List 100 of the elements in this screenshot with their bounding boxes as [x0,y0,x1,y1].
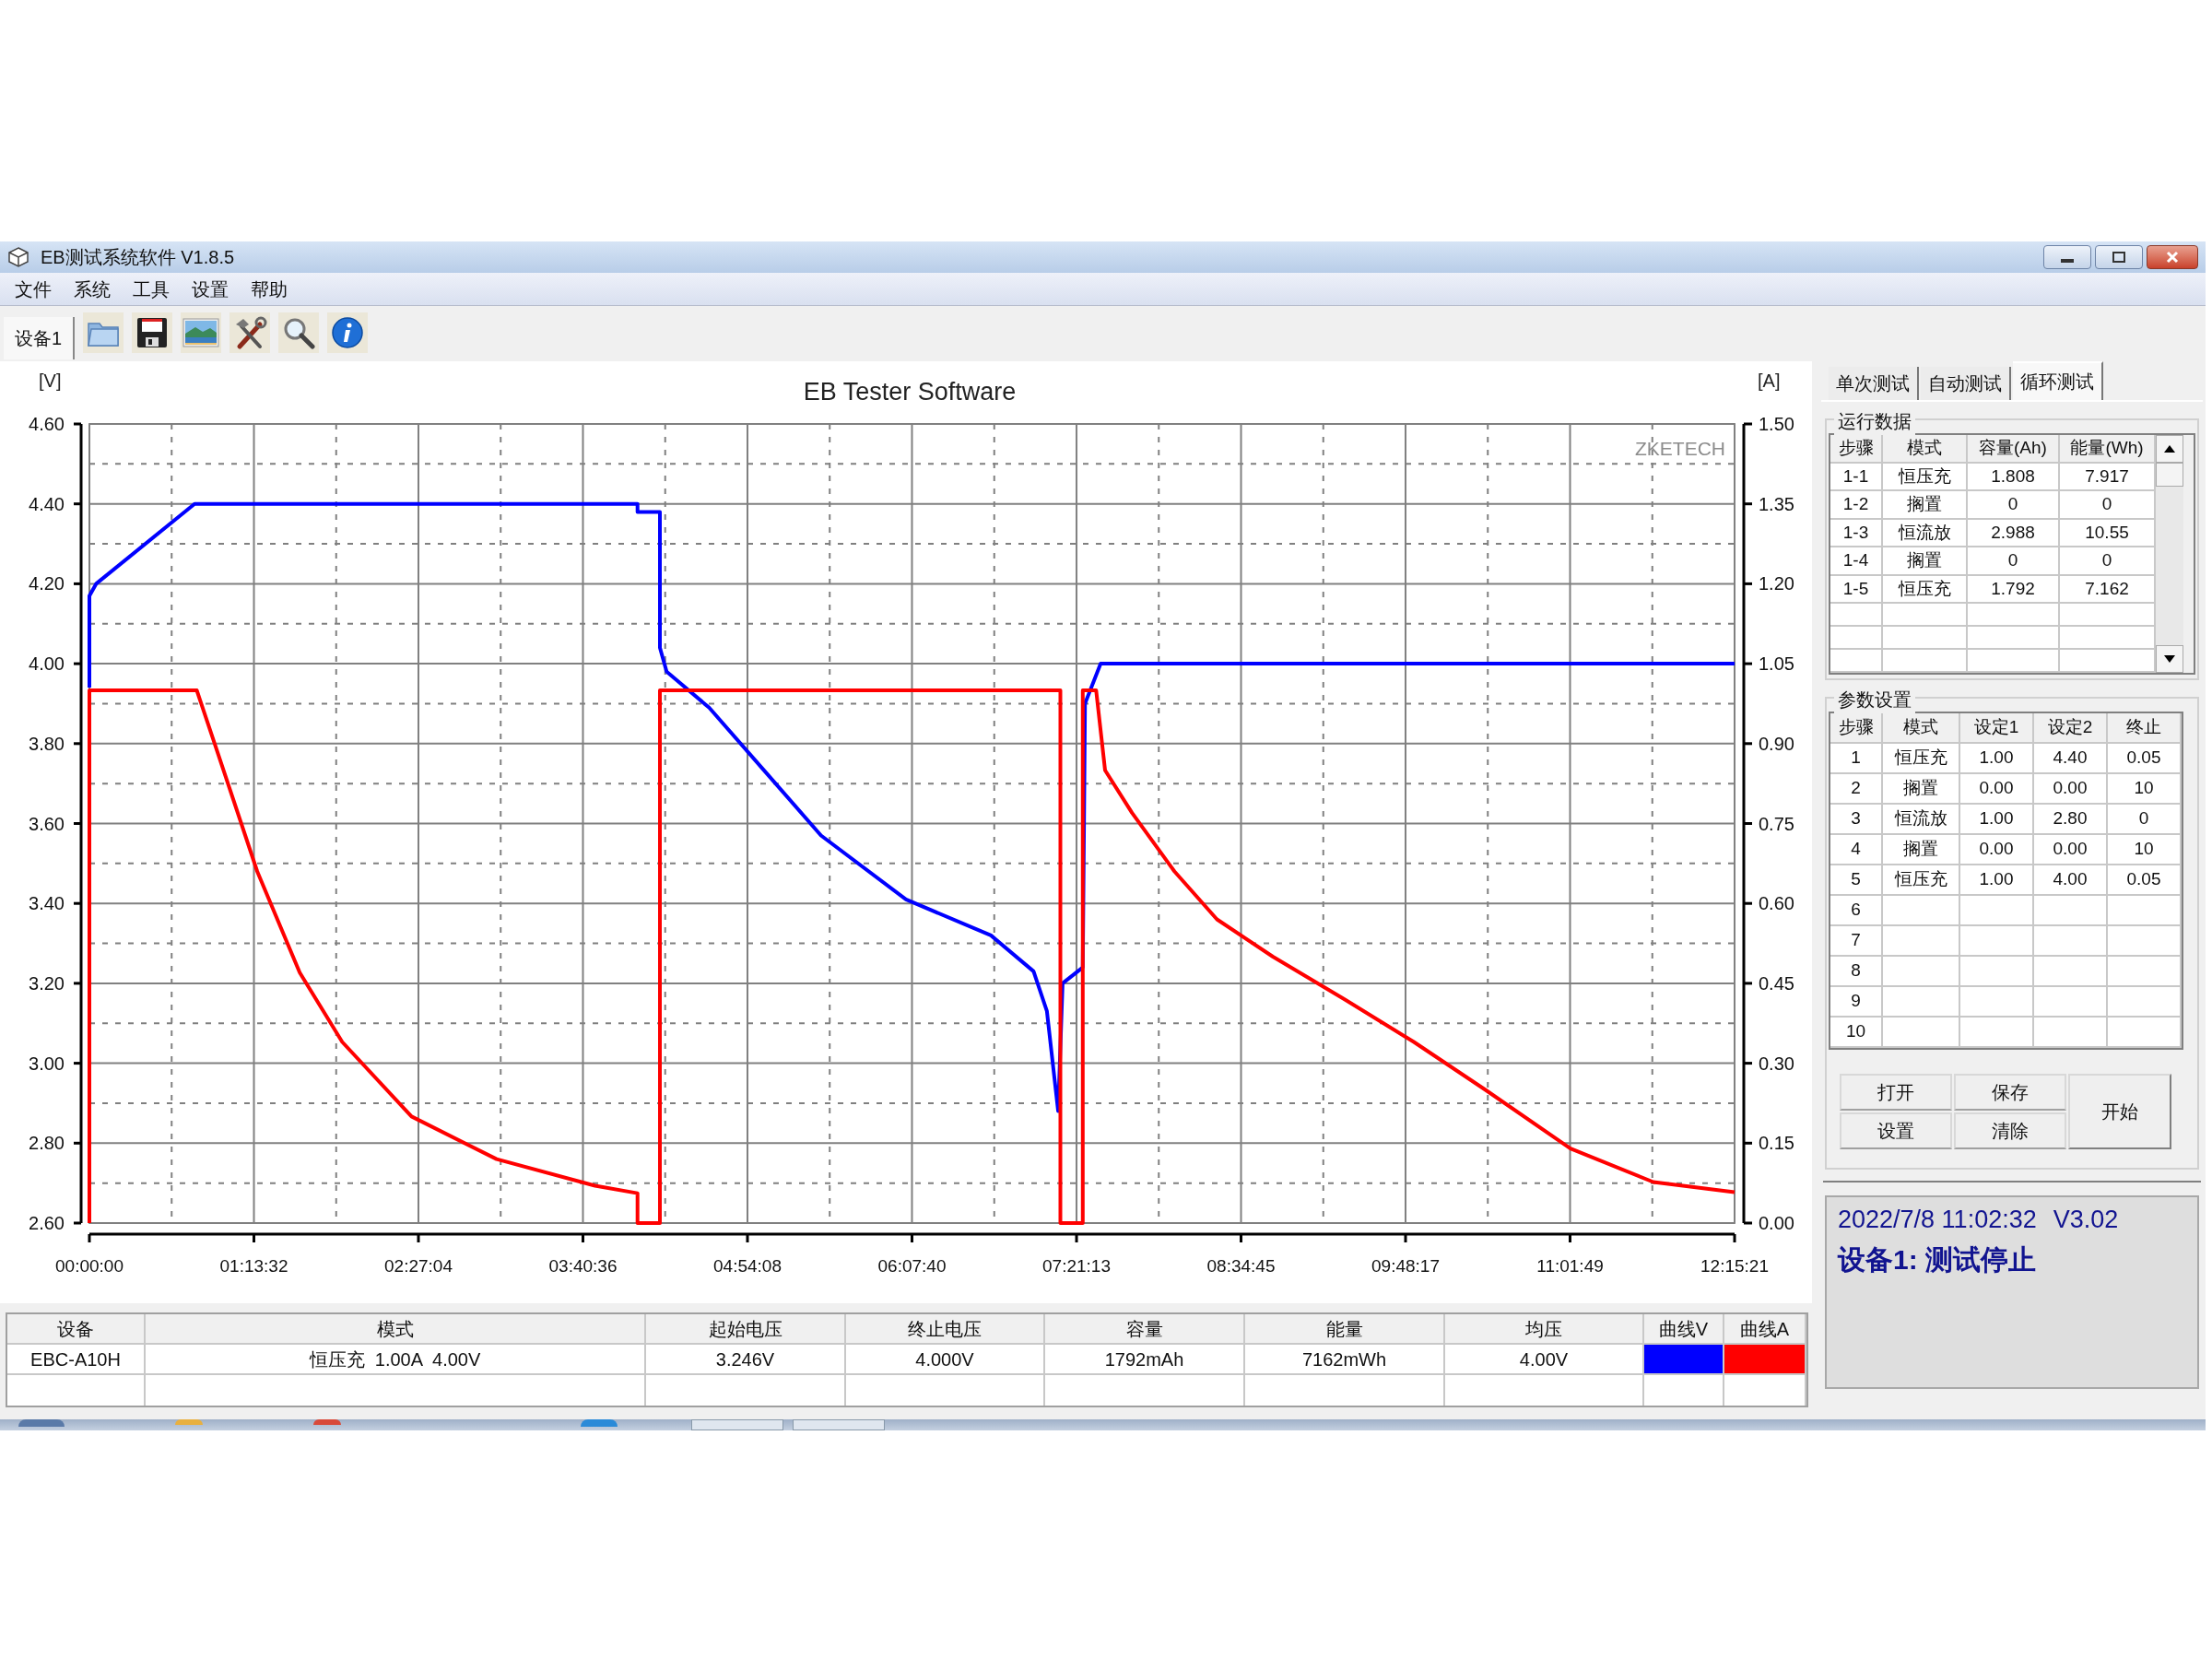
scroll-up-icon[interactable] [2156,435,2183,463]
table-cell-text: 9 [1851,990,1861,1013]
watermark: ZKETECH [1635,438,1725,459]
table-cell-text: 4 [1851,838,1861,861]
column-header: 步骤 [1830,713,1883,744]
device-tab[interactable]: 设备1 [4,317,76,359]
table-cell-text: 1-2 [1842,493,1869,515]
tab[interactable]: 单次测试 [1829,367,1919,400]
tick-label: 4.00 [29,653,65,675]
table-cell-text: 2 [1851,777,1861,800]
table-cell-text: 恒压充 [1898,465,1951,488]
toolbar-button[interactable] [132,312,173,353]
tab[interactable]: 循环测试 [2013,361,2103,400]
table-cell-text: 10 [2134,777,2154,800]
toolbar-button[interactable] [327,312,369,353]
toolbar-button[interactable] [229,312,271,353]
tick-label: 3.20 [29,972,65,994]
table-cell-text: 4.000V [915,1347,974,1371]
scroll-thumb[interactable] [2156,463,2183,487]
column-header: 容量(Ah) [1968,435,2060,464]
restore-button[interactable] [2095,245,2143,269]
action-button[interactable]: 设置 [1840,1112,1952,1149]
minimize-button[interactable] [2043,245,2091,269]
tick-label: 0.15 [1759,1133,1794,1154]
table-cell-text: 2.80 [2053,807,2088,830]
menu-item[interactable]: 系统 [63,275,122,303]
table-cell-text: 0 [2007,549,2018,571]
table-cell-text: 4.00V [1519,1347,1569,1371]
tick-label: 1.35 [1759,493,1794,514]
table-cell-text: 1.00 [1979,807,2014,830]
tick-label: 0.00 [1759,1213,1794,1233]
table-cell-text: 7.162 [2085,577,2129,600]
action-button[interactable]: 保存 [1954,1074,2066,1111]
start-button[interactable]: 开始 [2068,1074,2171,1149]
table-cell-text: 1 [1851,747,1861,770]
status-message: 设备1: 测试停止 [1838,1242,2037,1277]
status-version: V3.02 [2053,1205,2119,1235]
tick-label: 0.75 [1759,813,1794,834]
column-header: 模式 [1883,713,1960,744]
tick-label: 12:15:21 [1700,1256,1769,1276]
table-cell-text: 0 [2007,493,2018,515]
tick-label: 2.60 [29,1213,65,1233]
table-cell-text: 8 [1851,959,1861,982]
tick-label: 04:54:08 [713,1256,782,1276]
tick-label: 3.00 [29,1053,65,1074]
column-header: 设定2 [2034,713,2108,744]
table-cell-text: 1-5 [1842,577,1869,600]
action-button[interactable]: 清除 [1954,1112,2066,1149]
table-cell-text: 2.988 [1991,521,2035,544]
search-icon [282,316,316,349]
column-header: 模式 [1883,435,1968,464]
column-header: 起始电压 [646,1314,846,1345]
tick-label: 00:00:00 [55,1256,124,1276]
tick-label: 4.20 [29,573,65,594]
close-icon [2166,251,2179,264]
tick-label: 09:48:17 [1371,1256,1440,1276]
close-button[interactable] [2147,245,2198,269]
table-cell-text: 1-3 [1842,521,1869,544]
menu-item[interactable]: 设置 [181,275,240,303]
column-header: 步骤 [1830,435,1883,464]
table-cell-text: 7 [1851,929,1861,952]
table-cell-text: 0 [2138,807,2149,830]
table-cell-text: 4.40 [2053,747,2088,770]
table-cell-text: 搁置 [1903,838,1938,861]
table-cell-text: 6 [1851,899,1861,922]
table-cell-text: 10 [2134,838,2154,861]
column-header: 设备 [7,1314,146,1345]
table-cell-text: 0.05 [2126,747,2161,770]
tick-label: 4.60 [29,414,65,434]
menu-item[interactable]: 文件 [4,275,63,303]
table-cell-text: 1-1 [1842,465,1869,488]
menu-item[interactable]: 工具 [122,275,181,303]
tick-label: 07:21:13 [1042,1256,1111,1276]
tab[interactable]: 自动测试 [1921,367,2011,400]
menu-item[interactable]: 帮助 [240,275,299,303]
table-cell-text: 0.00 [2053,777,2088,800]
tick-label: 1.05 [1759,653,1794,675]
table-cell-text: 7162mWh [1301,1347,1387,1371]
table-cell-text: 1.00 [1979,868,2014,891]
scrollbar[interactable] [2156,435,2183,673]
table-cell-text: 1.00 [1979,747,2014,770]
tick-label: 4.40 [29,493,65,514]
axis-label: [V] [39,371,62,391]
cube-icon [7,246,29,268]
scroll-down-icon[interactable] [2156,645,2183,673]
empty-cell [1830,627,1883,650]
table-cell-text: 1792mAh [1104,1347,1184,1371]
table-cell-text: 3.246V [715,1347,775,1371]
table-cell-text: 恒压充 [1894,868,1947,891]
table-cell-text: 10 [1845,1020,1866,1043]
table-cell-text: 恒流放 [1894,807,1947,830]
empty-cell [1830,650,1883,673]
column-header: 能量 [1245,1314,1445,1345]
tick-label: 3.60 [29,813,65,834]
chart-title: EB Tester Software [803,378,1017,406]
action-button[interactable]: 打开 [1840,1074,1952,1111]
tick-label: 3.40 [29,893,65,914]
toolbar-button[interactable] [278,312,320,353]
info-icon [331,316,365,349]
tick-label: 03:40:36 [548,1256,618,1276]
